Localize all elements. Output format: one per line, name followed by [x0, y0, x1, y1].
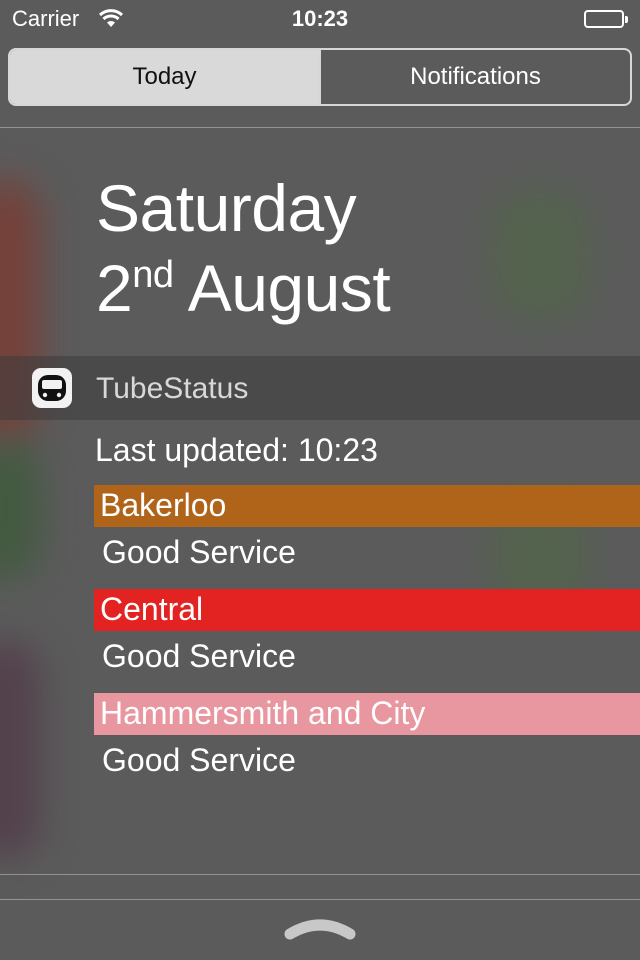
line-name: Central: [100, 591, 204, 627]
background-blur-green-right: [490, 190, 590, 320]
date-weekday: Saturday: [96, 171, 357, 245]
segmented-control: Today Notifications: [8, 48, 632, 106]
date-day: 2: [96, 251, 133, 325]
date-line: 2nd August: [96, 250, 391, 326]
line-status: Good Service: [102, 638, 296, 674]
widget-header[interactable]: TubeStatus: [0, 356, 640, 420]
background-blur-green: [0, 440, 40, 580]
tab-notifications[interactable]: Notifications: [319, 50, 630, 104]
line-name: Bakerloo: [100, 487, 227, 523]
battery-icon: [584, 10, 628, 30]
divider: [0, 127, 640, 128]
status-bar: Carrier 10:23: [0, 0, 640, 40]
tab-today[interactable]: Today: [10, 50, 319, 104]
line-status: Good Service: [102, 742, 296, 778]
line-name: Hammersmith and City: [100, 695, 426, 731]
line-status: Good Service: [102, 534, 296, 570]
last-updated-label: Last updated: 10:23: [95, 432, 378, 468]
status-clock: 10:23: [291, 6, 349, 31]
date-ordinal: nd: [132, 254, 174, 296]
divider: [0, 899, 640, 900]
tube-train-icon: [32, 368, 72, 408]
close-handle-icon[interactable]: [284, 914, 356, 947]
line-bar-bakerloo[interactable]: Bakerloo: [94, 485, 640, 527]
background-blur-purple: [0, 640, 40, 860]
date-month: August: [187, 251, 391, 325]
widget-title: TubeStatus: [96, 372, 249, 405]
line-bar-central[interactable]: Central: [94, 589, 640, 631]
line-bar-hammersmith-and-city[interactable]: Hammersmith and City: [94, 693, 640, 735]
divider: [0, 874, 640, 875]
